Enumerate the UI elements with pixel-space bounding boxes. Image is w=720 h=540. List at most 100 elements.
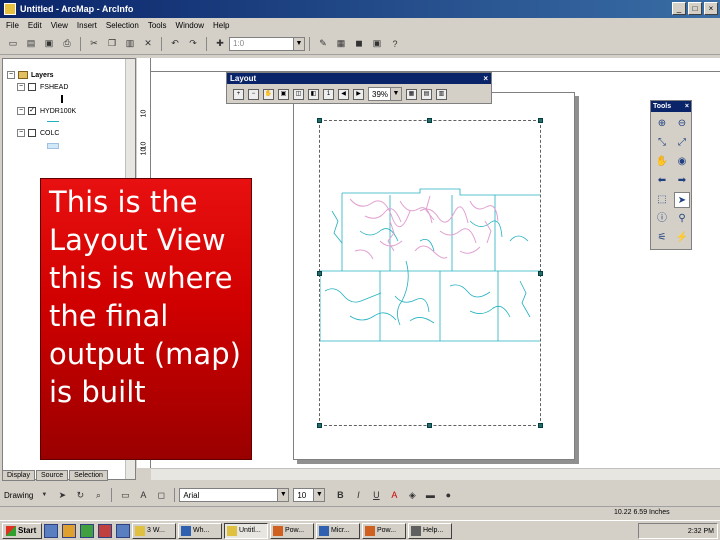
- print-icon[interactable]: ⎙: [60, 37, 74, 51]
- taskbar-item[interactable]: Wh...: [178, 522, 222, 539]
- pan-page-icon[interactable]: ✋: [263, 88, 274, 100]
- toggle-draft-mode-icon[interactable]: ▦: [406, 88, 417, 100]
- tab-display[interactable]: Display: [2, 470, 35, 481]
- layout-zoom-combo[interactable]: 39% ▼: [368, 87, 402, 101]
- layout-hscrollbar[interactable]: [151, 468, 720, 480]
- quicklaunch-icon[interactable]: [98, 523, 112, 538]
- layout-toolbar-titlebar[interactable]: Layout ×: [227, 73, 491, 84]
- menu-insert[interactable]: Insert: [77, 21, 97, 30]
- zoom-out-page-icon[interactable]: −: [248, 88, 259, 100]
- close-icon[interactable]: ×: [685, 101, 689, 112]
- layer-visibility-checkbox[interactable]: ✓: [28, 107, 36, 115]
- chevron-down-icon[interactable]: ▼: [277, 489, 289, 501]
- start-button[interactable]: Start: [2, 522, 42, 539]
- chevron-down-icon[interactable]: ▼: [313, 489, 325, 501]
- fixed-zoom-out-icon[interactable]: ⤢: [674, 135, 690, 151]
- menu-view[interactable]: View: [51, 21, 68, 30]
- arctoolbox-icon[interactable]: ▦: [334, 37, 348, 51]
- paste-icon[interactable]: ▥: [123, 37, 137, 51]
- rectangle-icon[interactable]: ▭: [118, 488, 132, 502]
- selection-handle[interactable]: [317, 423, 322, 428]
- quicklaunch-icon[interactable]: [44, 523, 58, 538]
- chevron-down-icon[interactable]: ▼: [390, 88, 401, 100]
- command-line-icon[interactable]: ▣: [370, 37, 384, 51]
- selection-handle[interactable]: [538, 423, 543, 428]
- selection-handle[interactable]: [427, 423, 432, 428]
- forward-extent-icon[interactable]: ▶: [353, 88, 364, 100]
- zoom-whole-page-icon[interactable]: ▣: [278, 88, 289, 100]
- delete-icon[interactable]: ✕: [141, 37, 155, 51]
- chevron-down-icon[interactable]: ▼: [293, 37, 304, 50]
- selection-handle[interactable]: [317, 271, 322, 276]
- taskbar-item[interactable]: Pow...: [270, 522, 314, 539]
- new-document-icon[interactable]: ▭: [6, 37, 20, 51]
- fixed-zoom-in-icon[interactable]: ◫: [293, 88, 304, 100]
- taskbar-item[interactable]: Help...: [408, 522, 452, 539]
- close-icon[interactable]: ×: [483, 73, 488, 84]
- zoom-to-selected-icon[interactable]: ⌕: [91, 488, 105, 502]
- fill-color-icon[interactable]: ◈: [405, 488, 419, 502]
- zoom-100-icon[interactable]: 1: [323, 88, 334, 100]
- collapse-icon[interactable]: −: [17, 107, 25, 115]
- measure-icon[interactable]: ⚟: [654, 230, 670, 246]
- data-frame[interactable]: [317, 118, 543, 428]
- font-size-combo[interactable]: 10 ▼: [293, 488, 326, 502]
- toc-layer-item[interactable]: − COLC: [17, 129, 59, 137]
- pan-icon[interactable]: ✋: [654, 154, 670, 170]
- line-color-icon[interactable]: ▬: [423, 488, 437, 502]
- tab-source[interactable]: Source: [35, 470, 69, 481]
- maximize-button[interactable]: □: [688, 2, 702, 15]
- font-color-icon[interactable]: A: [387, 488, 401, 502]
- zoom-in-icon[interactable]: ⊕: [654, 116, 670, 132]
- font-name-combo[interactable]: Arial ▼: [179, 488, 290, 502]
- back-extent-icon[interactable]: ◀: [338, 88, 349, 100]
- change-layout-icon[interactable]: ▥: [436, 88, 447, 100]
- zoom-out-icon[interactable]: ⊖: [674, 116, 690, 132]
- forward-arrow-icon[interactable]: ➡: [674, 173, 690, 189]
- collapse-icon[interactable]: −: [7, 71, 15, 79]
- collapse-icon[interactable]: −: [17, 129, 25, 137]
- menu-selection[interactable]: Selection: [106, 21, 139, 30]
- toc-layers-root[interactable]: − Layers: [7, 71, 54, 79]
- redo-icon[interactable]: ↷: [186, 37, 200, 51]
- quicklaunch-icon[interactable]: [80, 523, 94, 538]
- selection-handle[interactable]: [538, 118, 543, 123]
- tab-selection[interactable]: Selection: [69, 470, 108, 481]
- full-extent-icon[interactable]: ◉: [674, 154, 690, 170]
- whats-this-help-icon[interactable]: ?: [388, 37, 402, 51]
- toc-layer-item[interactable]: − FSHEAD: [17, 83, 68, 91]
- open-folder-icon[interactable]: ▤: [24, 37, 38, 51]
- hyperlink-icon[interactable]: ⚡: [674, 230, 690, 246]
- select-elements-icon[interactable]: ➤: [55, 488, 69, 502]
- minimize-button[interactable]: _: [672, 2, 686, 15]
- selection-handle[interactable]: [317, 118, 322, 123]
- fixed-zoom-in-icon[interactable]: ⤡: [654, 135, 670, 151]
- drawing-menu[interactable]: Drawing: [4, 491, 33, 500]
- toc-layer-item[interactable]: − ✓ HYDR100K: [17, 107, 76, 115]
- map-scale-combo[interactable]: 1:0 ▼: [229, 36, 305, 51]
- menu-window[interactable]: Window: [176, 21, 204, 30]
- quicklaunch-icon[interactable]: [62, 523, 76, 538]
- focus-data-frame-icon[interactable]: ▤: [421, 88, 432, 100]
- fixed-zoom-out-icon[interactable]: ◧: [308, 88, 319, 100]
- close-button[interactable]: ×: [704, 2, 718, 15]
- menu-file[interactable]: File: [6, 21, 19, 30]
- identify-icon[interactable]: ⓘ: [654, 211, 670, 227]
- bold-icon[interactable]: B: [333, 488, 347, 502]
- taskbar-item[interactable]: 3 W...: [132, 522, 176, 539]
- rotate-icon[interactable]: ↻: [73, 488, 87, 502]
- select-elements-icon[interactable]: ➤: [674, 192, 690, 208]
- cut-icon[interactable]: ✂: [87, 37, 101, 51]
- taskbar-item[interactable]: Micr...: [316, 522, 360, 539]
- menu-edit[interactable]: Edit: [28, 21, 42, 30]
- select-features-icon[interactable]: ⬚: [654, 192, 670, 208]
- collapse-icon[interactable]: −: [17, 83, 25, 91]
- selection-handle[interactable]: [538, 271, 543, 276]
- window-titlebar[interactable]: Untitled - ArcMap - ArcInfo _ □ ×: [0, 0, 720, 18]
- back-arrow-icon[interactable]: ⬅: [654, 173, 670, 189]
- find-icon[interactable]: ⚲: [674, 211, 690, 227]
- italic-icon[interactable]: I: [351, 488, 365, 502]
- add-data-icon[interactable]: ✚: [213, 37, 227, 51]
- menu-tools[interactable]: Tools: [148, 21, 167, 30]
- editor-icon[interactable]: ✎: [316, 37, 330, 51]
